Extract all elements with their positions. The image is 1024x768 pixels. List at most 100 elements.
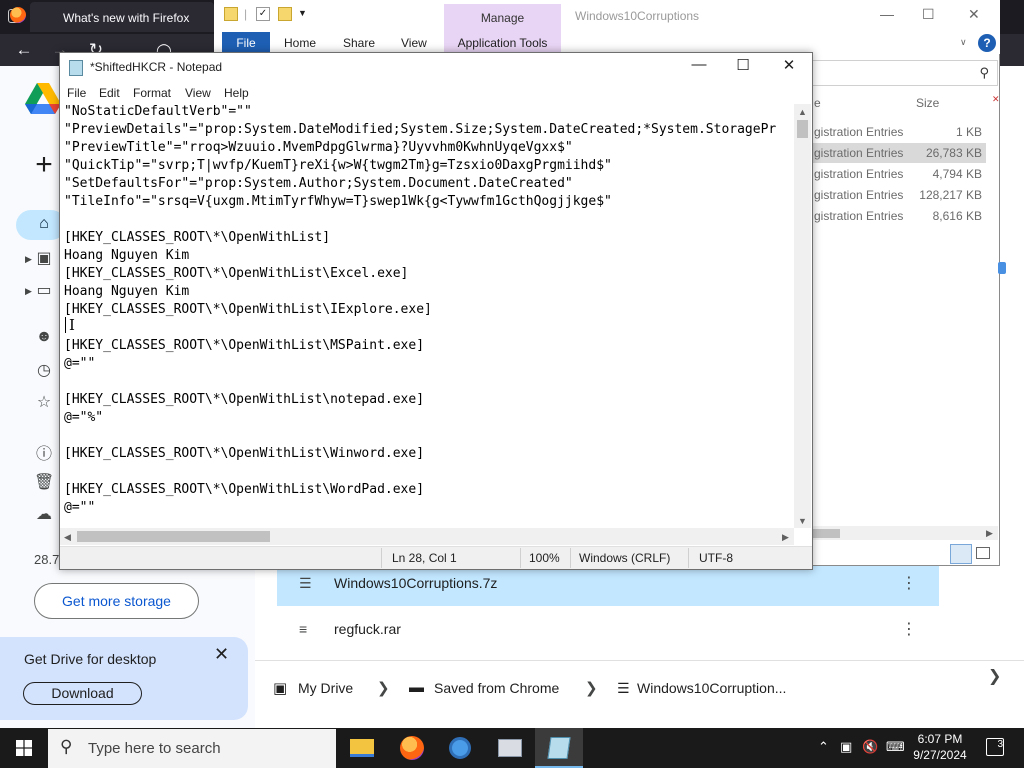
maximize-icon[interactable]: ☐ xyxy=(922,6,935,23)
input-method-icon[interactable]: ⌨ xyxy=(886,739,905,755)
horizontal-scroll-thumb[interactable] xyxy=(77,531,270,542)
text-line: "NoStaticDefaultVerb"="" xyxy=(64,104,252,119)
file-type[interactable]: gistration Entries xyxy=(814,209,903,223)
storage-usage-text: 28.7 xyxy=(34,552,60,567)
more-options-icon[interactable]: ⋮ xyxy=(901,573,917,593)
menu-help[interactable]: Help xyxy=(224,86,249,100)
computers-icon[interactable]: ▭ xyxy=(34,280,54,300)
chrome-taskbar-icon[interactable] xyxy=(444,733,476,763)
windows-start-icon[interactable] xyxy=(16,740,32,756)
details-view-icon[interactable] xyxy=(950,544,972,564)
file-type[interactable]: gistration Entries xyxy=(814,188,903,202)
properties-check-icon[interactable]: ✓ xyxy=(256,7,270,21)
archive-file-icon: ☰ xyxy=(299,575,312,591)
search-placeholder: Type here to search xyxy=(88,740,221,757)
clock-time: 6:07 PM xyxy=(917,732,963,746)
large-icons-view-icon[interactable] xyxy=(976,547,990,559)
notification-center-icon[interactable]: 3 xyxy=(986,738,1004,756)
shared-with-me-icon[interactable]: ☻ xyxy=(34,328,54,348)
search-input[interactable]: ⚲ xyxy=(812,60,998,86)
tab-home[interactable]: Home xyxy=(284,36,316,50)
network-icon[interactable]: ▣ xyxy=(840,739,852,755)
trash-icon[interactable]: 🗑 xyxy=(34,472,54,492)
text-line xyxy=(64,373,776,391)
google-drive-logo-icon xyxy=(25,83,61,114)
registry-editor-taskbar-icon[interactable] xyxy=(494,733,526,763)
scroll-up-arrow-icon[interactable]: ▲ xyxy=(798,107,807,117)
more-options-icon[interactable]: ⋮ xyxy=(901,619,917,639)
scroll-right-arrow-icon[interactable]: ▶ xyxy=(986,528,993,539)
vertical-scrollbar[interactable] xyxy=(794,104,811,528)
expand-caret-icon[interactable]: ▶ xyxy=(25,286,32,297)
tab-share[interactable]: Share xyxy=(343,36,375,50)
tab-view[interactable]: View xyxy=(401,36,427,50)
starred-icon[interactable]: ☆ xyxy=(34,392,54,412)
text-line xyxy=(64,211,776,229)
clock[interactable]: 6:07 PM 9/27/2024 xyxy=(912,731,968,763)
minimize-icon[interactable]: — xyxy=(684,56,714,73)
expand-caret-icon[interactable]: ▶ xyxy=(25,254,32,265)
file-size: 26,783 KB xyxy=(925,146,982,160)
my-drive-icon[interactable]: ▣ xyxy=(34,248,54,268)
notepad-menu-bar xyxy=(60,83,812,103)
promo-close-icon[interactable]: ✕ xyxy=(214,644,229,665)
scroll-left-arrow-icon[interactable]: ◀ xyxy=(64,532,71,543)
text-line: @="%" xyxy=(64,410,104,425)
volume-muted-icon[interactable]: 🔇 xyxy=(862,739,878,755)
spam-icon[interactable]: ⓘ xyxy=(34,440,54,463)
close-icon[interactable]: ✕ xyxy=(968,6,980,23)
menu-file[interactable]: File xyxy=(67,86,86,100)
help-icon[interactable]: ? xyxy=(978,34,996,52)
minimize-icon[interactable]: — xyxy=(880,6,894,22)
expand-ribbon-icon[interactable]: ∨ xyxy=(960,37,967,48)
column-type-partial[interactable]: e xyxy=(814,96,821,110)
column-size-header[interactable]: Size xyxy=(916,96,939,110)
manage-tab[interactable]: Manage xyxy=(444,4,561,32)
text-line: "TileInfo"="srsq=V{uxgm.MtimTyrfWhyw=T}s… xyxy=(64,194,612,209)
tab-application-tools[interactable]: Application Tools xyxy=(444,32,561,54)
file-name: regfuck.rar xyxy=(334,621,401,637)
scroll-down-arrow-icon[interactable]: ▼ xyxy=(798,516,807,526)
chevron-right-icon: ❯ xyxy=(377,680,390,697)
dropdown-arrow-icon[interactable]: ▼ xyxy=(298,8,307,18)
text-line xyxy=(64,463,776,481)
download-button[interactable]: Download xyxy=(23,682,142,705)
text-line: [HKEY_CLASSES_ROOT\*\OpenWithList\MSPain… xyxy=(64,338,425,353)
file-row[interactable]: ≡ regfuck.rar ⋮ xyxy=(277,608,939,652)
cursor-position: Ln 28, Col 1 xyxy=(392,551,457,565)
notepad-taskbar-icon[interactable] xyxy=(543,733,575,763)
new-plus-icon[interactable]: + xyxy=(26,148,62,184)
file-type[interactable]: gistration Entries xyxy=(814,146,903,160)
vertical-scroll-thumb[interactable] xyxy=(797,120,808,138)
notepad-text-area[interactable]: "NoStaticDefaultVerb"="" "PreviewDetails"… xyxy=(60,104,794,528)
promo-title: Get Drive for desktop xyxy=(24,651,157,667)
breadcrumb-saved-from-chrome[interactable]: Saved from Chrome xyxy=(434,680,559,696)
menu-view[interactable]: View xyxy=(185,86,211,100)
explorer-hscroll-thumb[interactable] xyxy=(812,529,840,538)
maximize-icon[interactable]: ☐ xyxy=(728,56,758,74)
separator: | xyxy=(244,7,248,21)
storage-cloud-icon[interactable]: ☁ xyxy=(34,504,54,524)
archive-file-icon: ☰ xyxy=(617,680,630,696)
line-ending: Windows (CRLF) xyxy=(579,551,671,565)
folder-icon: ▬ xyxy=(409,679,424,696)
scroll-right-arrow-icon[interactable]: ▶ xyxy=(782,532,789,543)
new-folder-icon[interactable] xyxy=(278,7,292,21)
show-hidden-icons-chevron-icon[interactable]: ⌃ xyxy=(818,739,829,755)
file-type[interactable]: gistration Entries xyxy=(814,125,903,139)
recent-clock-icon[interactable]: ◷ xyxy=(34,360,54,380)
breadcrumb-my-drive[interactable]: My Drive xyxy=(298,680,353,696)
back-arrow-icon[interactable]: ← xyxy=(14,40,34,60)
firefox-tab[interactable]: What's new with Firefox xyxy=(30,2,214,32)
file-explorer-taskbar-icon[interactable] xyxy=(346,733,378,763)
menu-edit[interactable]: Edit xyxy=(99,86,120,100)
home-icon: ⌂ xyxy=(39,215,49,232)
get-more-storage-button[interactable]: Get more storage xyxy=(34,583,199,619)
close-icon[interactable]: ✕ xyxy=(774,56,804,74)
menu-format[interactable]: Format xyxy=(133,86,171,100)
tab-file[interactable]: File xyxy=(222,32,270,54)
chevron-right-icon[interactable]: ❯ xyxy=(988,666,1001,686)
file-type[interactable]: gistration Entries xyxy=(814,167,903,181)
firefox-taskbar-icon[interactable] xyxy=(396,733,428,763)
breadcrumb-current-file[interactable]: Windows10Corruption... xyxy=(637,680,786,696)
